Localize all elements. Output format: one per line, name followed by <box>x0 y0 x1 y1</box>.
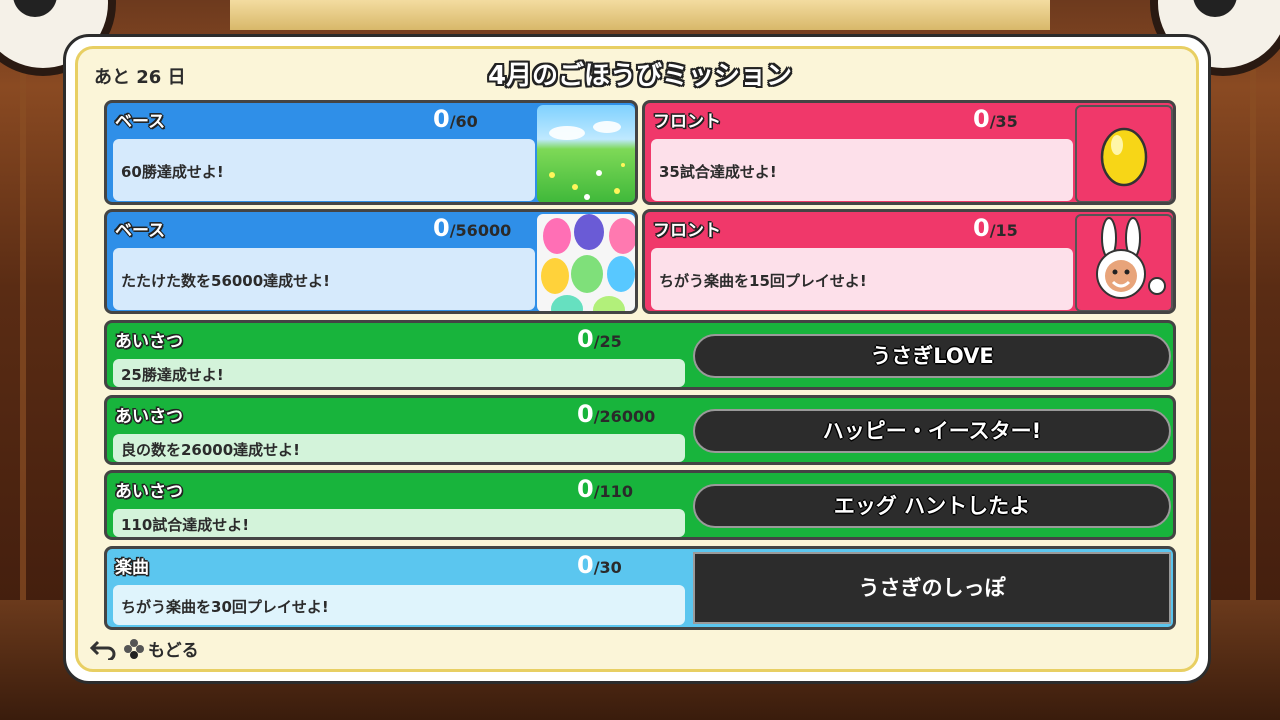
mission-tag: あいさつ <box>115 332 183 352</box>
easter-eggs-image <box>537 214 635 311</box>
mission-description-box: 25勝達成せよ! <box>113 359 685 387</box>
mission-description: ちがう楽曲を15回プレイせよ! <box>659 272 867 290</box>
mission-description: 25勝達成せよ! <box>121 366 224 384</box>
stage-banner <box>230 0 1050 30</box>
meadow-image <box>537 105 635 202</box>
mission-card-front-1[interactable]: フロント 0/35 35試合達成せよ! <box>642 100 1176 205</box>
meadow-flowers-icon <box>549 121 625 200</box>
mission-tag: フロント <box>653 112 721 132</box>
mission-progress: 0/26000 <box>577 400 656 428</box>
mission-tag: 楽曲 <box>115 558 149 578</box>
page-title: 4月のごほうびミッション <box>487 61 793 91</box>
mission-tag: フロント <box>653 221 721 241</box>
mission-description: 60勝達成せよ! <box>121 163 224 181</box>
mission-description-box: ちがう楽曲を15回プレイせよ! <box>651 248 1073 310</box>
mission-description-box: たたけた数を56000達成せよ! <box>113 248 535 310</box>
mission-tag: あいさつ <box>115 482 183 502</box>
dpad-button-icon <box>124 638 144 659</box>
back-arrow-icon <box>90 640 116 660</box>
mission-card-base-2[interactable]: ベース 0/56000 たたけた数を56000達成せよ! <box>104 209 638 314</box>
back-button[interactable]: もどる <box>90 636 199 661</box>
reward-greeting-plate: エッグ ハントしたよ <box>693 484 1171 528</box>
bunny-character-image <box>1075 214 1173 311</box>
mission-tag: ベース <box>115 112 166 132</box>
mission-progress: 0/60 <box>433 105 478 133</box>
mission-progress: 0/25 <box>577 325 622 353</box>
mission-card-greeting-3[interactable]: あいさつ 0/110 110試合達成せよ! エッグ ハントしたよ <box>104 470 1176 540</box>
mission-card-greeting-2[interactable]: あいさつ 0/26000 良の数を26000達成せよ! ハッピー・イースター! <box>104 395 1176 465</box>
mission-description: たたけた数を56000達成せよ! <box>121 272 331 290</box>
mission-description: 良の数を26000達成せよ! <box>121 441 301 459</box>
mission-card-song[interactable]: 楽曲 0/30 ちがう楽曲を30回プレイせよ! うさぎのしっぽ <box>104 546 1176 630</box>
mission-description: 35試合達成せよ! <box>659 163 777 181</box>
mission-progress: 0/30 <box>577 551 622 579</box>
easter-eggs-icon <box>541 214 635 311</box>
mission-progress: 0/15 <box>973 214 1018 242</box>
mission-card-base-1[interactable]: ベース 0/60 60勝達成せよ! <box>104 100 638 205</box>
mission-progress: 0/110 <box>577 475 633 503</box>
mission-description-box: 良の数を26000達成せよ! <box>113 434 685 462</box>
mission-progress: 0/35 <box>973 105 1018 133</box>
mission-description: ちがう楽曲を30回プレイせよ! <box>121 598 329 616</box>
back-label: もどる <box>148 641 199 661</box>
golden-egg-icon <box>1100 127 1148 187</box>
mission-card-front-2[interactable]: フロント 0/15 ちがう楽曲を15回プレイせよ! <box>642 209 1176 314</box>
mission-description-box: 110試合達成せよ! <box>113 509 685 537</box>
mission-card-greeting-1[interactable]: あいさつ 0/25 25勝達成せよ! うさぎLOVE <box>104 320 1176 390</box>
mission-description: 110試合達成せよ! <box>121 516 250 534</box>
days-remaining: あと 26 日 <box>94 67 186 88</box>
reward-greeting-plate: うさぎLOVE <box>693 334 1171 378</box>
mission-progress: 0/56000 <box>433 214 512 242</box>
bunny-character-icon <box>1096 217 1166 299</box>
mission-tag: あいさつ <box>115 407 183 427</box>
mission-description-box: 35試合達成せよ! <box>651 139 1073 201</box>
mission-tag: ベース <box>115 221 166 241</box>
reward-song-plate: うさぎのしっぽ <box>693 552 1171 624</box>
mission-description-box: ちがう楽曲を30回プレイせよ! <box>113 585 685 625</box>
mission-description-box: 60勝達成せよ! <box>113 139 535 201</box>
reward-greeting-plate: ハッピー・イースター! <box>693 409 1171 453</box>
golden-egg-tile <box>1075 105 1173 202</box>
